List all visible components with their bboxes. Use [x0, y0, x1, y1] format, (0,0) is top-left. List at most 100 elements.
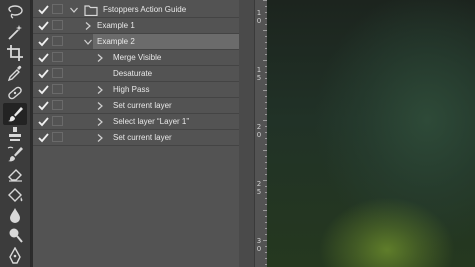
toggle-item-checkbox[interactable]: [35, 130, 51, 145]
chevron-down-icon: [84, 39, 92, 45]
checkmark-icon: [37, 37, 49, 47]
ruler-label: 5: [256, 74, 262, 82]
expand-toggle[interactable]: [95, 82, 105, 97]
action-label: Desaturate: [113, 69, 153, 78]
checkmark-icon: [37, 133, 49, 143]
blur-icon: [10, 208, 20, 223]
action-label: Set current layer: [113, 133, 172, 142]
action-label: High Pass: [113, 85, 150, 94]
action-row[interactable]: Example 2: [33, 34, 239, 50]
paint-bucket-icon: [8, 187, 23, 202]
action-step-row[interactable]: Set current layer: [33, 130, 239, 146]
panel-separator: [239, 0, 254, 267]
toggle-item-checkbox[interactable]: [35, 50, 51, 65]
brush-icon: [8, 106, 23, 121]
chevron-right-icon: [97, 53, 103, 62]
toggle-dialog-checkbox[interactable]: [52, 132, 63, 142]
action-row[interactable]: Example 1: [33, 18, 239, 34]
expand-toggle[interactable]: [95, 50, 105, 65]
pen-tool-button[interactable]: [3, 245, 27, 267]
ruler-label: 0: [256, 245, 262, 253]
paint-bucket-tool-button[interactable]: [3, 184, 27, 206]
checkmark-icon: [37, 69, 49, 79]
action-label: Fstoppers Action Guide: [103, 5, 187, 14]
ruler-label: 3: [256, 237, 262, 245]
dodge-icon: [9, 228, 23, 243]
action-step-row[interactable]: High Pass: [33, 82, 239, 98]
actions-panel-empty-area: [33, 150, 239, 267]
toggle-item-checkbox[interactable]: [35, 98, 51, 113]
ruler-label: 5: [256, 188, 262, 196]
chevron-right-icon: [85, 21, 91, 30]
magic-wand-tool-button[interactable]: [3, 21, 27, 43]
eraser-icon: [8, 169, 22, 182]
lasso-tool-button[interactable]: [3, 1, 27, 23]
lasso-icon: [8, 5, 23, 19]
eraser-tool-button[interactable]: [3, 163, 27, 185]
clone-stamp-tool-button[interactable]: [3, 123, 27, 145]
eyedropper-tool-button[interactable]: [3, 62, 27, 84]
tools-panel: [0, 0, 31, 267]
chevron-right-icon: [97, 101, 103, 110]
toggle-item-checkbox[interactable]: [35, 2, 51, 17]
checkmark-icon: [37, 117, 49, 127]
toggle-dialog-checkbox[interactable]: [52, 84, 63, 94]
toggle-dialog-checkbox[interactable]: [52, 100, 63, 110]
clone-stamp-icon: [9, 126, 21, 141]
eyedropper-icon: [7, 65, 22, 81]
chevron-right-icon: [97, 133, 103, 142]
ruler-label: 0: [256, 17, 262, 25]
toggle-item-checkbox[interactable]: [35, 18, 51, 33]
toggle-dialog-checkbox[interactable]: [52, 20, 63, 30]
chevron-right-icon: [97, 85, 103, 94]
checkmark-icon: [37, 5, 49, 15]
toggle-item-checkbox[interactable]: [35, 82, 51, 97]
ruler-label: 2: [256, 180, 262, 188]
action-label: Select layer “Layer 1”: [113, 117, 190, 126]
toggle-dialog-checkbox[interactable]: [52, 116, 63, 126]
collapse-toggle[interactable]: [69, 2, 79, 17]
document-canvas[interactable]: [267, 0, 475, 267]
checkmark-icon: [37, 21, 49, 31]
expand-toggle[interactable]: [95, 98, 105, 113]
magic-wand-icon: [8, 25, 22, 40]
toggle-item-checkbox[interactable]: [35, 66, 51, 81]
ruler-label: 1: [256, 9, 262, 17]
action-label: Set current layer: [113, 101, 172, 110]
chevron-down-icon: [70, 7, 78, 13]
action-set-row[interactable]: Fstoppers Action Guide: [33, 2, 239, 18]
action-label: Example 1: [97, 21, 135, 30]
chevron-right-icon: [97, 117, 103, 126]
action-step-row[interactable]: Set current layer: [33, 98, 239, 114]
action-step-row[interactable]: Merge Visible: [33, 50, 239, 66]
pen-icon: [9, 246, 21, 264]
history-brush-icon: [7, 146, 23, 162]
vertical-ruler[interactable]: 1015202530: [254, 0, 268, 267]
dodge-tool-button[interactable]: [3, 224, 27, 246]
action-label: Merge Visible: [113, 53, 162, 62]
expand-toggle[interactable]: [83, 18, 93, 33]
history-brush-tool-button[interactable]: [3, 143, 27, 165]
ruler-label: 0: [256, 131, 262, 139]
toggle-dialog-checkbox[interactable]: [52, 4, 63, 14]
crop-tool-button[interactable]: [3, 42, 27, 64]
toggle-item-checkbox[interactable]: [35, 114, 51, 129]
brush-tool-button[interactable]: [3, 102, 27, 125]
expand-toggle[interactable]: [95, 114, 105, 129]
toggle-dialog-checkbox[interactable]: [52, 68, 63, 78]
healing-brush-icon: [8, 86, 22, 100]
collapse-toggle[interactable]: [83, 34, 93, 49]
ruler-label: 2: [256, 123, 262, 131]
healing-brush-tool-button[interactable]: [3, 82, 27, 104]
toggle-dialog-checkbox[interactable]: [52, 52, 63, 62]
checkmark-icon: [37, 85, 49, 95]
action-label: Example 2: [97, 37, 135, 46]
toggle-item-checkbox[interactable]: [35, 34, 51, 49]
action-step-row[interactable]: Select layer “Layer 1”: [33, 114, 239, 130]
toggle-dialog-checkbox[interactable]: [52, 36, 63, 46]
blur-tool-button[interactable]: [3, 204, 27, 226]
checkmark-icon: [37, 101, 49, 111]
checkmark-icon: [37, 53, 49, 63]
action-step-row[interactable]: Desaturate: [33, 66, 239, 82]
expand-toggle[interactable]: [95, 130, 105, 145]
